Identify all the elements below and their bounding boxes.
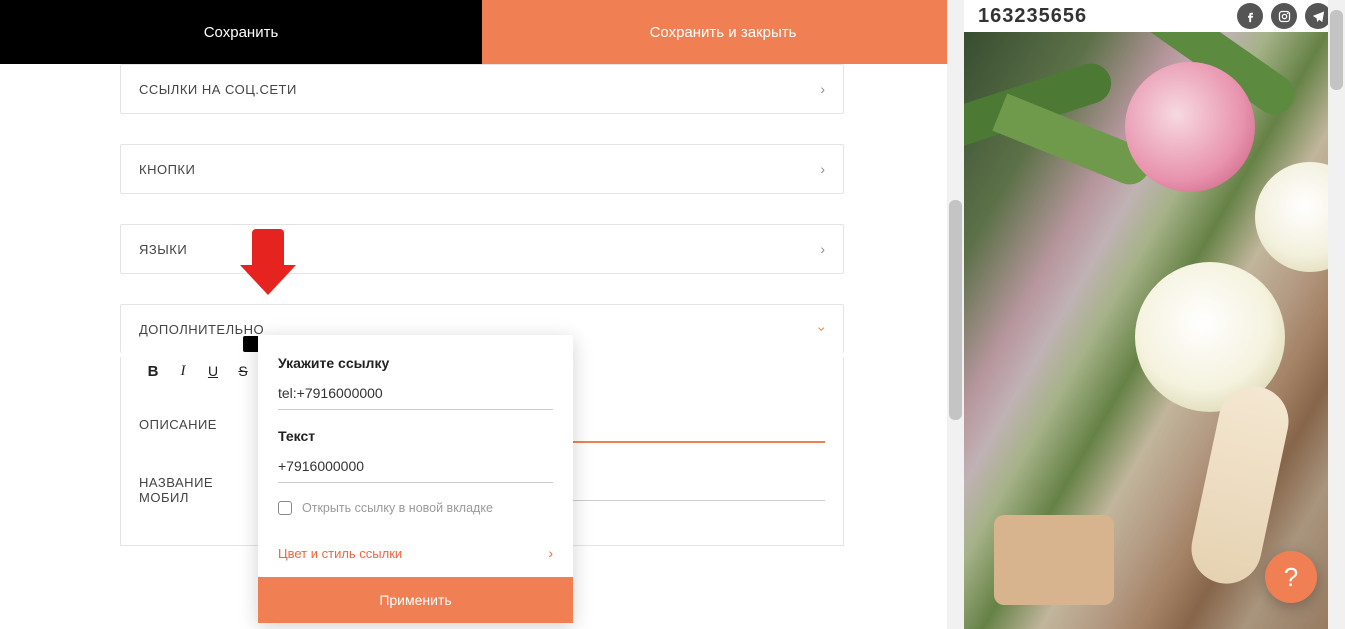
save-button[interactable]: Сохранить [0, 0, 482, 64]
link-editor-popup: Укажите ссылку Текст Открыть ссылку в но… [258, 335, 573, 623]
left-scrollbar-thumb[interactable] [949, 200, 962, 420]
panel-label: ЯЗЫКИ [139, 242, 187, 257]
link-text-label: Текст [278, 428, 553, 444]
bold-button[interactable]: B [139, 357, 167, 385]
panel-label: КНОПКИ [139, 162, 195, 177]
panel-label: ССЫЛКИ НА СОЦ.СЕТИ [139, 82, 297, 97]
field-label: ОПИСАНИЕ [139, 409, 249, 432]
panel-buttons[interactable]: КНОПКИ › [120, 144, 844, 194]
preview-header: 163235656 [964, 0, 1345, 32]
link-url-label: Укажите ссылку [278, 355, 553, 371]
chevron-right-icon: › [820, 161, 825, 177]
chevron-right-icon: › [820, 81, 825, 97]
flower-decor [1125, 62, 1255, 192]
strike-button[interactable]: S [229, 357, 257, 385]
right-scrollbar-thumb[interactable] [1330, 10, 1343, 90]
open-new-tab-checkbox[interactable] [278, 501, 292, 515]
facebook-icon[interactable] [1237, 3, 1263, 29]
chevron-down-icon: › [815, 327, 831, 332]
paper-decor [994, 515, 1114, 605]
apply-button[interactable]: Применить [258, 577, 573, 623]
site-preview: 163235656 Н ЫЙ, М ? [964, 0, 1345, 629]
underline-button[interactable]: U [199, 357, 227, 385]
left-scrollbar-track[interactable] [947, 0, 964, 629]
top-action-bar: Сохранить Сохранить и закрыть [0, 0, 964, 64]
italic-button[interactable]: I [169, 357, 197, 385]
open-new-tab-label: Открыть ссылку в новой вкладке [302, 501, 493, 515]
panel-label: ДОПОЛНИТЕЛЬНО [139, 322, 264, 337]
header-phone-fragment: 163235656 [978, 5, 1087, 28]
preview-hero: Н ЫЙ, М [964, 32, 1345, 629]
header-socials [1237, 3, 1331, 29]
right-scrollbar-track[interactable] [1328, 0, 1345, 629]
chevron-right-icon: › [548, 545, 553, 561]
panel-languages[interactable]: ЯЗЫКИ › [120, 224, 844, 274]
help-button[interactable]: ? [1265, 551, 1317, 603]
link-style-label: Цвет и стиль ссылки [278, 546, 402, 561]
link-url-input[interactable] [278, 381, 553, 410]
chevron-right-icon: › [820, 241, 825, 257]
save-close-button[interactable]: Сохранить и закрыть [482, 0, 964, 64]
instagram-icon[interactable] [1271, 3, 1297, 29]
panel-social-links[interactable]: ССЫЛКИ НА СОЦ.СЕТИ › [120, 64, 844, 114]
field-label: НАЗВАНИЕ МОБИЛ [139, 467, 249, 505]
link-text-input[interactable] [278, 454, 553, 483]
link-style-row[interactable]: Цвет и стиль ссылки › [278, 533, 553, 577]
